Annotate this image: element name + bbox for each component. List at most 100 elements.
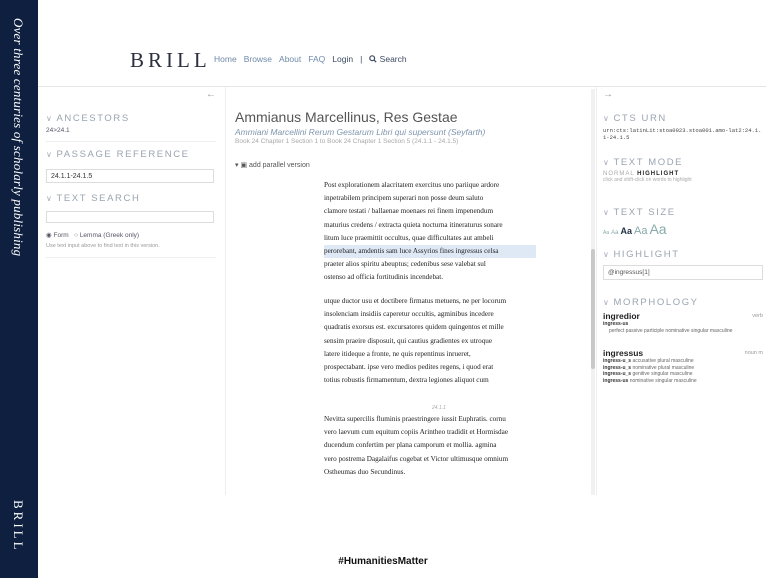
tagline: Over three centuries of scholarly publis…: [0, 18, 38, 258]
text-line[interactable]: Nevitta supercilis fluminis praestringer…: [324, 413, 536, 426]
ancestors-title[interactable]: ∨ ANCESTORS: [46, 113, 130, 124]
text-search-input[interactable]: [46, 211, 214, 223]
search-icon: [369, 55, 377, 63]
highlight-input[interactable]: @ingressus[1]: [603, 265, 763, 280]
work-title: Ammianus Marcellinus, Res Gestae: [235, 109, 458, 125]
text-line[interactable]: ducendum confertim per plana camporum et…: [324, 439, 536, 452]
lemma-pos: noun m: [744, 350, 763, 356]
text-line[interactable]: quadratis exorsus est. excursatores quid…: [324, 321, 536, 334]
passage-paragraph: Nevitta supercilis fluminis praestringer…: [324, 413, 536, 479]
lemma-analysis: nominative singular masculine: [629, 377, 697, 384]
text-line-highlighted[interactable]: perorebant, amdentis sam luce Assyrios f…: [324, 245, 536, 259]
chevron-down-icon: ∨: [46, 194, 54, 203]
size-xl-option[interactable]: Aa: [649, 221, 666, 237]
text-line[interactable]: praeter alios spiritu abeuptus; cedenibu…: [324, 258, 536, 271]
scrollbar-thumb[interactable]: [591, 249, 595, 369]
chevron-down-icon: ∨: [603, 250, 611, 259]
chevron-down-icon: ∨: [603, 158, 611, 167]
size-m-option[interactable]: Aa: [620, 226, 632, 236]
text-size-title[interactable]: ∨ TEXT SIZE: [603, 207, 676, 218]
add-parallel-toggle[interactable]: ▾ ▣ add parallel version: [235, 161, 310, 169]
passage-title[interactable]: ∨ PASSAGE REFERENCE: [46, 149, 190, 160]
lemma-form: ingress-u_s: [603, 358, 632, 364]
band-logo-text: BRILL: [11, 500, 26, 553]
lemma-pos: verb: [752, 313, 763, 319]
passage-section: ∨ PASSAGE REFERENCE: [46, 149, 190, 160]
text-line[interactable]: vero laevum cum equitum copiis Arintheo …: [324, 426, 536, 439]
text-line[interactable]: inpetrabilem principem superari non poss…: [324, 192, 536, 205]
tagline-text: Over three centuries of scholarly publis…: [11, 18, 26, 257]
chevron-down-icon: ∨: [46, 150, 54, 159]
nav-login[interactable]: Login: [332, 54, 353, 64]
nav-home[interactable]: Home: [214, 54, 237, 64]
arrow-left-icon[interactable]: ←: [206, 89, 216, 100]
main-nav: Home Browse About FAQ Login | Search: [214, 54, 407, 64]
text-line[interactable]: totius robustis firmamentum, dextra legi…: [324, 374, 536, 387]
section-marker: 24.1.1: [432, 405, 446, 411]
radio-form[interactable]: ◉ Form: [46, 232, 69, 239]
text-mode-title[interactable]: ∨ TEXT MODE: [603, 157, 692, 168]
cts-section: ∨ CTS URN urn:cts:latinLit:stoa0023.stoa0…: [603, 113, 763, 141]
size-s-option[interactable]: Aa: [611, 230, 618, 236]
chevron-down-icon: ∨: [46, 114, 54, 123]
cts-urn[interactable]: urn:cts:latinLit:stoa0023.stoa001.amo-la…: [603, 127, 763, 141]
ancestors-section: ∨ ANCESTORS 24>24.1: [46, 113, 130, 134]
brand-logo[interactable]: BRILL: [130, 48, 211, 73]
text-line[interactable]: vero postrema Dagalaifus cogebat et Vict…: [324, 453, 536, 466]
lemma-form: ingress-us: [603, 377, 629, 384]
text-line[interactable]: litum luce praemittit occultus, quae dif…: [324, 232, 536, 245]
nav-search[interactable]: Search: [369, 54, 407, 64]
mode-hint: click and shift-click on words to highli…: [603, 177, 692, 183]
lemma-form: ingress-u_s: [603, 364, 632, 371]
text-search-section: ∨ TEXT SEARCH: [46, 193, 140, 204]
nav-about[interactable]: About: [279, 54, 301, 64]
search-options: ◉ Form ○ Lemma (Greek only): [46, 231, 139, 239]
ancestors-value[interactable]: 24>24.1: [46, 127, 130, 134]
cts-title[interactable]: ∨ CTS URN: [603, 113, 763, 124]
lemma-form: ingress-u_s: [603, 371, 632, 377]
edition-title: Ammiani Marcellini Rerum Gestarum Libri …: [235, 127, 486, 137]
arrow-right-icon[interactable]: →: [603, 89, 613, 100]
highlight-title[interactable]: ∨ HIGHLIGHT: [603, 249, 680, 260]
size-l-option[interactable]: Aa: [634, 225, 647, 237]
search-hint: Use text input above to find text in thi…: [46, 243, 160, 249]
divider: [46, 141, 216, 142]
size-xs-option[interactable]: Aa: [603, 230, 609, 236]
passage-reference-input[interactable]: [46, 169, 214, 183]
text-line[interactable]: insolenciam insidiis caperetur occultis,…: [324, 308, 536, 321]
lemma-analysis: nominative plural masculine: [632, 364, 695, 371]
chevron-down-icon: ∨: [603, 298, 611, 307]
site-header: BRILL Home Browse About FAQ Login | Sear…: [38, 0, 766, 86]
passage-paragraph: Post explorationem alacritatem exercitus…: [324, 179, 536, 285]
reading-scrollbar[interactable]: [591, 89, 595, 495]
nav-browse[interactable]: Browse: [244, 54, 272, 64]
text-line[interactable]: sensim praeire disposuit, qui cautius gr…: [324, 335, 536, 348]
text-line[interactable]: utque ductor usu et doctibere firmatus m…: [324, 295, 536, 308]
brand-band: Over three centuries of scholarly publis…: [0, 0, 38, 578]
text-line[interactable]: prospectabant. ipse vero medios pedites …: [324, 361, 536, 374]
text-line[interactable]: maturius credens / extracta quieta noctu…: [324, 219, 536, 232]
lemma-name[interactable]: ingredior: [603, 311, 763, 321]
hashtag-caption: #HumanitiesMatter: [338, 556, 428, 567]
chevron-down-icon: ∨: [603, 114, 611, 123]
passage-paragraph: utque ductor usu et doctibere firmatus m…: [324, 295, 536, 387]
text-mode-section: ∨ TEXT MODE NORMAL HIGHLIGHT click and sh…: [603, 157, 692, 183]
lemma-analysis: genitive singular masculine: [632, 371, 693, 377]
morphology-title[interactable]: ∨ MORPHOLOGY: [603, 297, 763, 308]
text-line[interactable]: Post explorationem alacritatem exercitus…: [324, 179, 536, 192]
highlight-section: ∨ HIGHLIGHT: [603, 249, 680, 260]
right-panel: → ∨ CTS URN urn:cts:latinLit:stoa0023.sto…: [596, 87, 766, 495]
passage-citation: Book 24 Chapter 1 Section 1 to Book 24 C…: [235, 138, 459, 145]
lemma-analysis: perfect passive participle nominative si…: [609, 327, 733, 334]
morphology-section: ∨ MORPHOLOGY ingredior verb ingress-us pe…: [603, 297, 763, 384]
lemma-name[interactable]: ingressus: [603, 348, 763, 358]
nav-faq[interactable]: FAQ: [308, 54, 325, 64]
text-line[interactable]: ostenso ad officia fortitudinis incendeb…: [324, 271, 536, 284]
chevron-down-icon: ∨: [603, 208, 611, 217]
text-line[interactable]: clamore testati / ballaenae moenaes rei …: [324, 205, 536, 218]
text-line[interactable]: Ostheumas duo Secundinus.: [324, 466, 536, 479]
text-search-title[interactable]: ∨ TEXT SEARCH: [46, 193, 140, 204]
text-line[interactable]: latere itideque a fronte, ne quis repent…: [324, 348, 536, 361]
radio-lemma[interactable]: ○ Lemma (Greek only): [74, 232, 139, 239]
text-size-section: ∨ TEXT SIZE Aa Aa Aa Aa Aa: [603, 207, 676, 239]
